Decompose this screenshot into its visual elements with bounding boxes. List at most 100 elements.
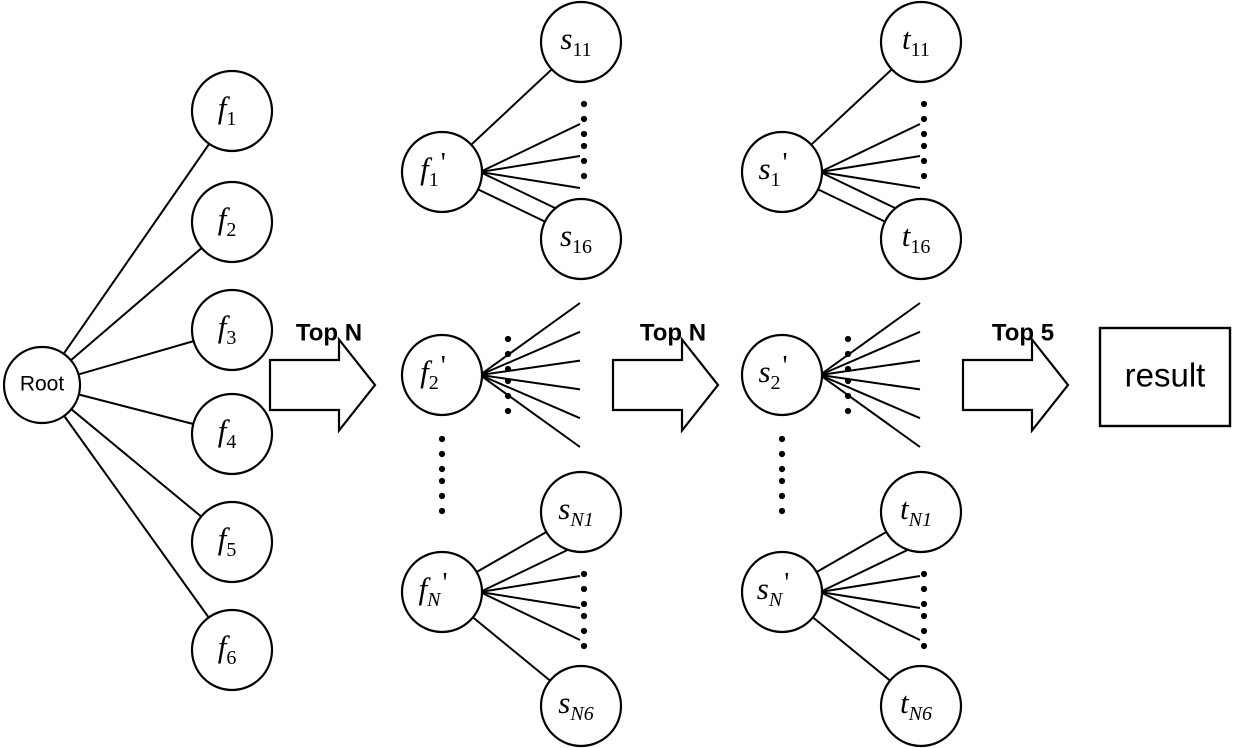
label-subscript-f1: 1 [226, 108, 236, 130]
arrow-top-n-1-label: Top N [296, 319, 362, 346]
node-s1p[interactable]: s1' [740, 130, 824, 214]
ellipsis-col3-bot-group-dot [920, 642, 928, 650]
ellipsis-col3-top-group [920, 100, 928, 180]
ellipsis-col2-top-group-dot [580, 130, 588, 138]
ellipsis-col2-between-rows-dot [438, 492, 446, 500]
node-t11[interactable]: t11 [879, 0, 963, 84]
arrow-top-n-2[interactable] [611, 336, 720, 434]
ellipsis-col2-bot-group [580, 570, 588, 650]
ellipsis-col2-between-rows [438, 435, 446, 515]
label-subscript-tN1: N1 [908, 509, 932, 531]
label-base-sNp: s [757, 571, 769, 606]
edge-root-to-f6 [63, 414, 210, 619]
ellipsis-col2-bot-group-dot [580, 570, 588, 578]
edge-f1p-to-s16 [477, 188, 546, 223]
arrow-top-5-shape [961, 336, 1070, 434]
label-base-s11: s [560, 21, 572, 56]
ellipsis-col2-top-group-dot [580, 142, 588, 150]
node-f5[interactable]: f5 [190, 500, 274, 584]
node-f2p[interactable]: f2' [400, 333, 484, 417]
node-s16[interactable]: s16 [539, 197, 623, 281]
ellipsis-col2-top-group [580, 100, 588, 180]
ellipsis-col2-mid-group-dot [504, 335, 512, 343]
arrow-top-5[interactable] [961, 336, 1070, 434]
node-s11[interactable]: s11 [539, 0, 623, 84]
ellipsis-col2-mid-group-dot [504, 350, 512, 358]
edge-sNp-to-tN6 [811, 616, 892, 682]
ellipsis-col2-between-rows-dot [438, 435, 446, 443]
node-f3[interactable]: f3 [190, 288, 274, 372]
edge-f1p-to-s11 [470, 68, 553, 146]
ellipsis-col3-mid-group-dot [844, 377, 852, 385]
arrow-top-n-2-shape [611, 336, 720, 434]
edge-root-to-f5 [70, 408, 203, 518]
node-s2p[interactable]: s2' [740, 333, 824, 417]
ellipsis-col3-bot-group-dot [920, 600, 928, 608]
node-f4[interactable]: f4 [190, 392, 274, 476]
ellipsis-col2-top-group-dot [580, 115, 588, 123]
label-subscript-t11: 11 [911, 39, 930, 61]
edge-root-to-f1 [62, 142, 211, 355]
result-layer: result [1098, 326, 1232, 428]
arrow-top-n-1[interactable] [268, 336, 377, 434]
label-subscript-f5: 5 [226, 539, 236, 561]
ellipsis-col2-bot-group-dot [580, 585, 588, 593]
label-subscript-sN1: N1 [569, 509, 593, 531]
node-label-root: Root [20, 373, 65, 396]
label-prime-sNp: ' [784, 568, 789, 599]
label-subscript-s11: 11 [572, 39, 591, 61]
label-prime-s2p: ' [783, 351, 788, 382]
ellipsis-col2-bot-group-dot [580, 627, 588, 635]
label-subscript-sNp: N [768, 589, 784, 611]
ellipsis-col3-mid-group-dot [844, 407, 852, 415]
node-sN6[interactable]: sN6 [539, 664, 623, 748]
label-subscript-f3: 3 [226, 327, 236, 349]
ellipsis-col3-mid-group [844, 335, 852, 415]
ellipsis-col3-top-group-dot [920, 115, 928, 123]
ellipsis-col3-top-group-dot [920, 157, 928, 165]
node-sN1[interactable]: sN1 [539, 470, 623, 554]
ellipsis-col3-top-group-dot [920, 100, 928, 108]
node-sNp[interactable]: sN' [740, 550, 824, 634]
node-fNp[interactable]: fN' [400, 550, 484, 634]
label-prime-f2p: ' [441, 351, 446, 382]
ellipsis-col3-between-rows-dot [778, 507, 786, 515]
node-tN1[interactable]: tN1 [879, 470, 963, 554]
ellipsis-col2-bot-group-dot [580, 642, 588, 650]
node-t16[interactable]: t16 [879, 197, 963, 281]
ellipsis-col3-between-rows-dot [778, 435, 786, 443]
node-root[interactable]: Root [2, 345, 82, 425]
label-subscript-tN6: N6 [908, 703, 932, 725]
ellipsis-col3-mid-group-dot [844, 365, 852, 373]
arrow-top-5-label: Top 5 [992, 319, 1054, 346]
ellipsis-col3-between-rows [778, 435, 786, 515]
node-f6[interactable]: f6 [190, 608, 274, 692]
edge-fNp-to-sN6 [471, 616, 552, 682]
ellipsis-col2-mid-group-dot [504, 377, 512, 385]
edge-root-to-f3 [77, 340, 195, 376]
node-f1[interactable]: f1 [190, 69, 274, 153]
ellipsis-col3-between-rows-dot [778, 492, 786, 500]
ellipsis-col3-bot-group-dot [920, 585, 928, 593]
result-box[interactable]: result [1098, 326, 1232, 428]
edge-root-to-f4 [77, 393, 195, 426]
label-base-s2p: s [758, 354, 770, 389]
ellipsis-col3-between-rows-dot [778, 477, 786, 485]
label-subscript-f1p: 1 [429, 169, 439, 191]
label-base-sN6: s [558, 685, 570, 720]
label-subscript-t16: 16 [910, 236, 930, 258]
node-f2[interactable]: f2 [190, 180, 274, 264]
edge-s1p-to-t16 [817, 188, 886, 223]
ellipsis-col2-mid-group-dot [504, 407, 512, 415]
ellipsis-col2-bot-group-dot [580, 600, 588, 608]
ellipsis-col2-between-rows-dot [438, 465, 446, 473]
arrow-top-n-1-shape [268, 336, 377, 434]
ellipsis-col3-top-group-dot [920, 130, 928, 138]
label-prime-f1p: ' [441, 148, 446, 179]
ellipsis-col2-mid-group [504, 335, 512, 415]
node-f1p[interactable]: f1' [400, 130, 484, 214]
ellipsis-col3-top-group-dot [920, 142, 928, 150]
ellipsis-col2-top-group-dot [580, 100, 588, 108]
result-box-label: result [1125, 357, 1206, 394]
node-tN6[interactable]: tN6 [879, 664, 963, 748]
